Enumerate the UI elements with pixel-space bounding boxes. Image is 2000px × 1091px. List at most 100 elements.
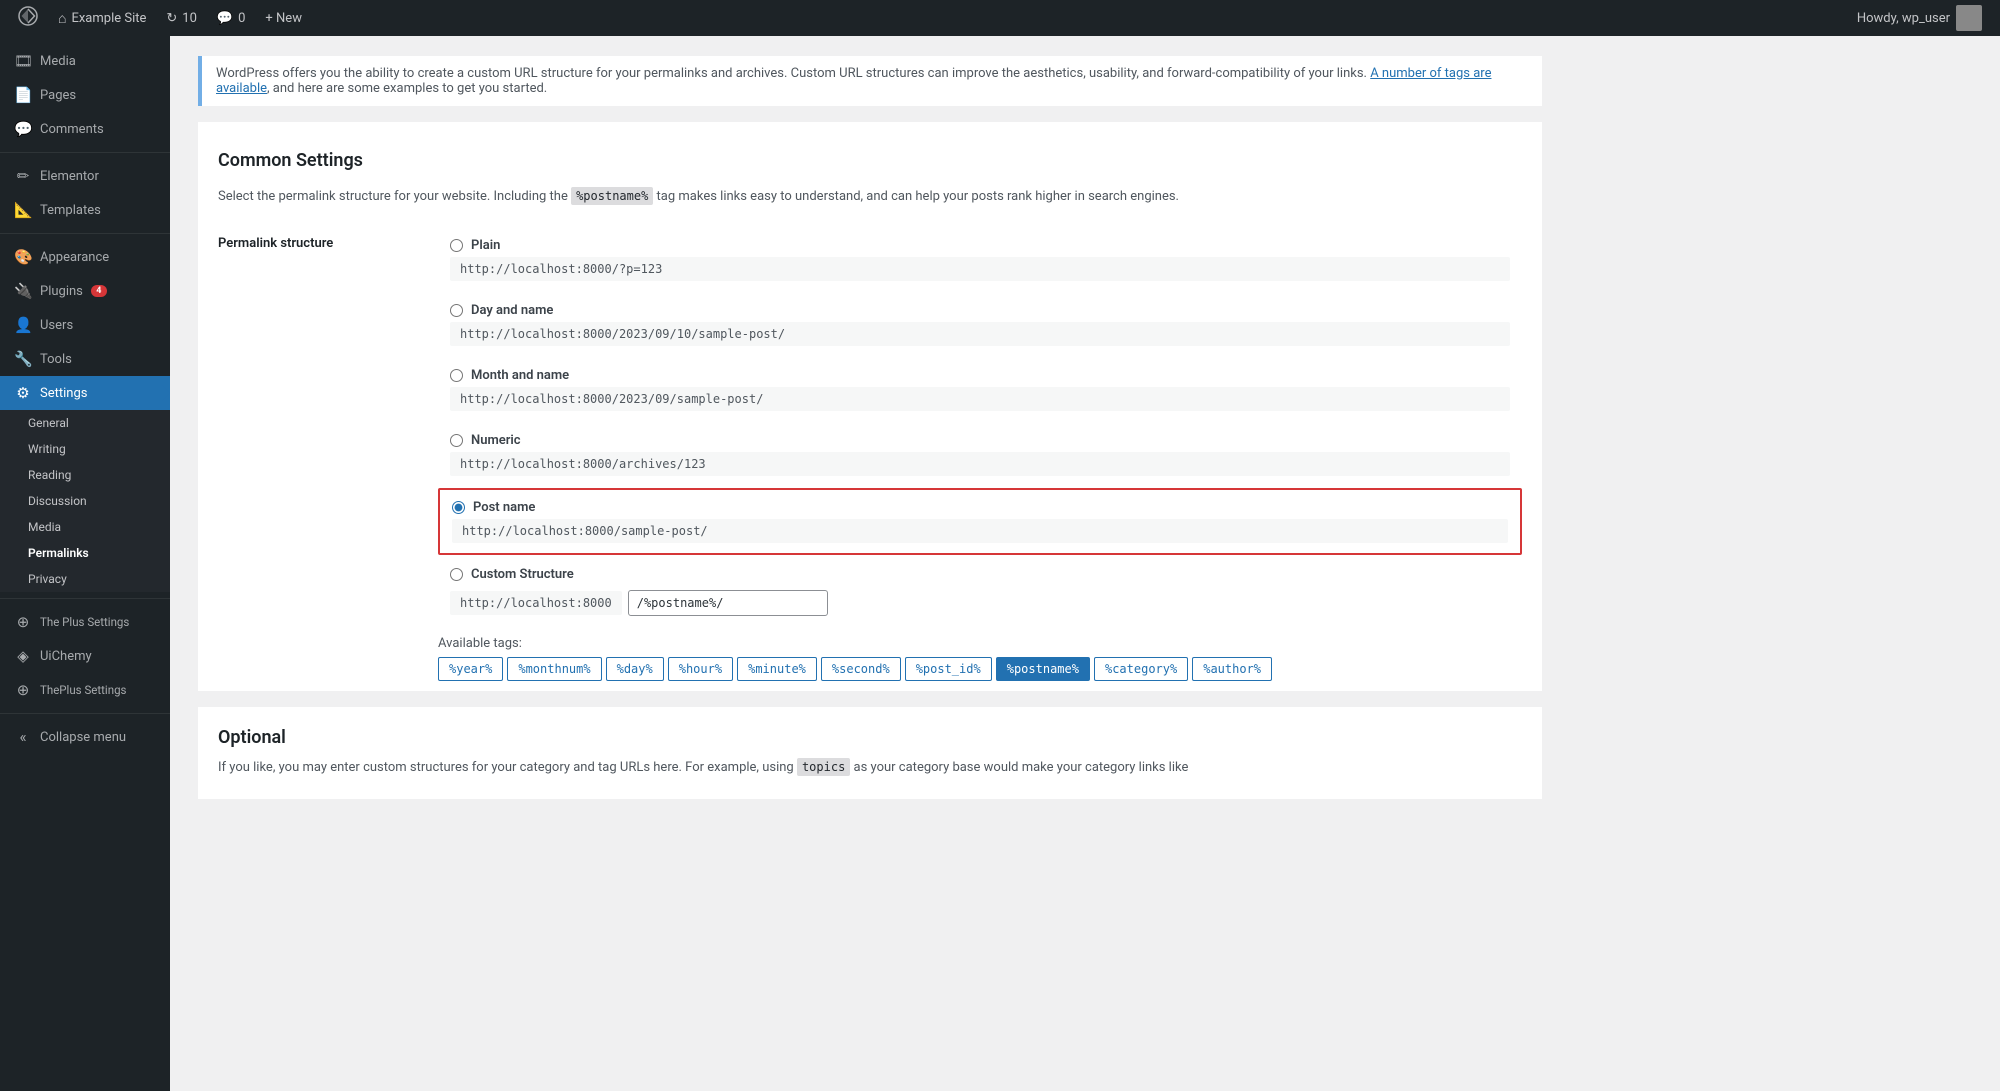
post-name-url: http://localhost:8000/sample-post/ [452, 519, 1508, 543]
day-and-name-label[interactable]: Day and name [471, 303, 553, 318]
custom-structure-label[interactable]: Custom Structure [471, 567, 574, 582]
tag-category[interactable]: %category% [1094, 657, 1188, 681]
submenu-privacy[interactable]: Privacy [0, 566, 170, 592]
tag-day[interactable]: %day% [606, 657, 664, 681]
optional-section: Optional If you like, you may enter cust… [198, 707, 1542, 799]
sidebar-item-templates[interactable]: 📐 Templates [0, 193, 170, 227]
sidebar-item-tools[interactable]: 🔧 Tools [0, 342, 170, 376]
comments-link[interactable]: 💬 0 [207, 0, 256, 36]
postname-code: %postname% [571, 187, 653, 205]
tag-post-id[interactable]: %post_id% [905, 657, 992, 681]
tag-year[interactable]: %year% [438, 657, 503, 681]
permalink-options: Plain http://localhost:8000/?p=123 Day a… [438, 228, 1522, 681]
avatar [1956, 5, 1982, 31]
submenu-permalinks[interactable]: Permalinks [0, 540, 170, 566]
divider2 [0, 233, 170, 234]
sidebar-item-collapse[interactable]: « Collapse menu [0, 720, 170, 754]
pages-icon: 📄 [14, 86, 32, 104]
sidebar-item-theplus2[interactable]: ⊕ ThePlus Settings [0, 673, 170, 707]
elementor-icon: ✏ [14, 167, 32, 185]
custom-structure-radio[interactable] [450, 568, 463, 581]
tag-monthnum[interactable]: %monthnum% [507, 657, 601, 681]
sidebar-item-settings[interactable]: ⚙ Settings [0, 376, 170, 410]
comments-icon: 💬 [14, 120, 32, 138]
numeric-url: http://localhost:8000/archives/123 [450, 452, 1510, 476]
sidebar-item-pages[interactable]: 📄 Pages [0, 78, 170, 112]
tag-minute[interactable]: %minute% [737, 657, 817, 681]
user-info[interactable]: Howdy, wp_user [1847, 5, 1992, 31]
common-settings-heading: Common Settings [218, 150, 1522, 171]
submenu-reading[interactable]: Reading [0, 462, 170, 488]
plugins-badge: 4 [91, 285, 107, 297]
optional-heading: Optional [218, 727, 1522, 748]
collapse-icon: « [14, 728, 32, 746]
topbar-right: Howdy, wp_user [1847, 5, 1992, 31]
site-name-link[interactable]: ⌂ Example Site [48, 0, 156, 36]
option-post-name: Post name http://localhost:8000/sample-p… [438, 488, 1522, 555]
theplus2-icon: ⊕ [14, 681, 32, 699]
sidebar-item-appearance[interactable]: 🎨 Appearance [0, 240, 170, 274]
tag-hour[interactable]: %hour% [668, 657, 733, 681]
templates-icon: 📐 [14, 201, 32, 219]
submenu-discussion[interactable]: Discussion [0, 488, 170, 514]
divider [0, 152, 170, 153]
sidebar-item-the-plus-settings[interactable]: ⊕ The Plus Settings [0, 605, 170, 639]
numeric-radio[interactable] [450, 434, 463, 447]
numeric-label[interactable]: Numeric [471, 433, 521, 448]
updates-link[interactable]: ↻ 10 [156, 0, 207, 36]
settings-submenu: General Writing Reading Discussion Media… [0, 410, 170, 592]
post-name-label[interactable]: Post name [473, 500, 535, 515]
submenu-general[interactable]: General [0, 410, 170, 436]
submenu-writing[interactable]: Writing [0, 436, 170, 462]
submenu-media[interactable]: Media [0, 514, 170, 540]
day-and-name-radio[interactable] [450, 304, 463, 317]
tag-author[interactable]: %author% [1192, 657, 1272, 681]
option-month-and-name: Month and name http://localhost:8000/202… [438, 358, 1522, 421]
common-settings-desc: Select the permalink structure for your … [218, 187, 1522, 208]
tags-container: %year% %monthnum% %day% %hour% %minute% … [438, 657, 1522, 681]
optional-code: topics [797, 758, 850, 776]
option-custom-structure: Custom Structure http://localhost:8000 [438, 557, 1522, 626]
tools-icon: 🔧 [14, 350, 32, 368]
sidebar: 🎞 Media 📄 Pages 💬 Comments ✏ Elementor 📐… [0, 36, 170, 1091]
settings-icon: ⚙ [14, 384, 32, 402]
plain-url: http://localhost:8000/?p=123 [450, 257, 1510, 281]
divider3 [0, 598, 170, 599]
sidebar-item-elementor[interactable]: ✏ Elementor [0, 159, 170, 193]
month-and-name-label[interactable]: Month and name [471, 368, 569, 383]
new-content-button[interactable]: + New [255, 0, 312, 36]
tag-second[interactable]: %second% [821, 657, 901, 681]
option-plain: Plain http://localhost:8000/?p=123 [438, 228, 1522, 291]
custom-structure-input-row: http://localhost:8000 [450, 590, 1510, 616]
sidebar-item-plugins[interactable]: 🔌 Plugins 4 [0, 274, 170, 308]
month-and-name-radio[interactable] [450, 369, 463, 382]
post-name-radio[interactable] [452, 501, 465, 514]
available-tags-section: Available tags: %year% %monthnum% %day% … [438, 636, 1522, 681]
custom-url-prefix: http://localhost:8000 [450, 591, 622, 615]
available-tags-label: Available tags: [438, 636, 1522, 651]
appearance-icon: 🎨 [14, 248, 32, 266]
option-numeric: Numeric http://localhost:8000/archives/1… [438, 423, 1522, 486]
media-icon: 🎞 [14, 52, 32, 70]
plugins-icon: 🔌 [14, 282, 32, 300]
option-day-and-name: Day and name http://localhost:8000/2023/… [438, 293, 1522, 356]
topbar: ⌂ Example Site ↻ 10 💬 0 + New Howdy, wp_… [0, 0, 2000, 36]
permalink-structure-row: Permalink structure Plain http://localho… [218, 228, 1522, 681]
sidebar-item-users[interactable]: 👤 Users [0, 308, 170, 342]
tag-postname[interactable]: %postname% [996, 657, 1090, 681]
main-content-area: WordPress offers you the ability to crea… [170, 36, 2000, 1091]
sidebar-item-uichemy[interactable]: ◈ UiChemy [0, 639, 170, 673]
settings-arrow [162, 385, 170, 401]
divider4 [0, 713, 170, 714]
plain-radio[interactable] [450, 239, 463, 252]
plain-label[interactable]: Plain [471, 238, 500, 253]
custom-structure-input[interactable] [628, 590, 828, 616]
permalink-structure-label: Permalink structure [218, 228, 438, 681]
month-and-name-url: http://localhost:8000/2023/09/sample-pos… [450, 387, 1510, 411]
sidebar-item-media[interactable]: 🎞 Media [0, 44, 170, 78]
sidebar-item-comments[interactable]: 💬 Comments [0, 112, 170, 146]
info-banner: WordPress offers you the ability to crea… [198, 56, 1542, 106]
users-icon: 👤 [14, 316, 32, 334]
the-plus-icon: ⊕ [14, 613, 32, 631]
wp-logo[interactable] [8, 6, 48, 30]
